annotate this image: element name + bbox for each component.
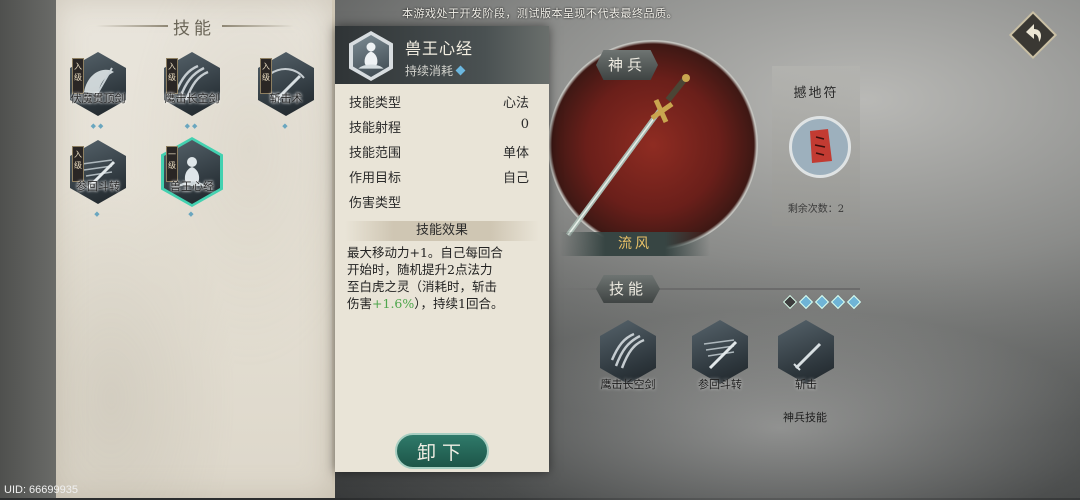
skill-hex: [692, 320, 748, 384]
attr-key: 技能类型: [349, 96, 402, 111]
skill-slot-shouwang[interactable]: 一级 兽王心经 ◆: [160, 137, 224, 220]
level-tag: 入级: [166, 58, 178, 94]
effect-highlight: +1.6%: [372, 296, 415, 311]
gem-row: [782, 292, 865, 311]
weapon-title: 神兵: [596, 50, 658, 80]
skill-name: 斩击术: [269, 92, 303, 105]
gem-filled: [798, 294, 814, 310]
skill-slot-yingji[interactable]: 入级 鹰击长空剑 ◆◆: [160, 52, 224, 132]
effect-text: ），持续1回合。: [414, 296, 504, 311]
equip-skill-zhanji[interactable]: 斩击: [776, 320, 836, 392]
attr-value: 自己: [502, 171, 529, 186]
equip-skill-canhui[interactable]: 参回斗转: [690, 320, 750, 392]
talisman-panel[interactable]: 撼地符 剩余次数：2: [772, 66, 860, 226]
attr-row: 技能射程 0: [349, 117, 529, 137]
left-edge: [0, 0, 56, 498]
skill-gems: ◆◆: [184, 122, 200, 130]
attr-key: 伤害类型: [349, 196, 402, 211]
effect-text: 伤害: [347, 296, 373, 311]
gem-filled: [846, 294, 862, 310]
attr-key: 作用目标: [349, 171, 402, 186]
gem-filled: [830, 294, 846, 310]
skill-detail-panel: 兽王心经 持续消耗 技能类型 心法 技能射程 0 技能范围 单体 作用目标 自己…: [335, 26, 549, 472]
talisman-icon: [810, 129, 832, 163]
slash-sword-icon: [793, 342, 822, 371]
detail-skill-name: 兽王心经: [405, 39, 474, 58]
skill-hex: [600, 320, 656, 384]
attr-row: 作用目标 自己: [349, 167, 529, 187]
attr-row: 技能范围 单体: [349, 142, 529, 162]
skill-hex: [778, 320, 834, 384]
equip-skill-yingji[interactable]: 鹰击长空剑: [598, 320, 658, 392]
gem-filled: [814, 294, 830, 310]
weapon-sword-icon[interactable]: [560, 70, 700, 240]
detail-header: 兽王心经 持续消耗: [335, 26, 549, 84]
skills-panel: 技能 入级 伏魔贯顶剑 ◆◆ 入级 鹰击长空剑 ◆◆ 入级 斩击术 ◆ 入级 参…: [56, 0, 335, 498]
attr-row: 伤害类型: [349, 192, 529, 212]
skill-gems: ◆◆: [90, 122, 106, 130]
attr-key: 技能范围: [349, 146, 402, 161]
detail-skill-subtitle: 持续消耗: [405, 62, 466, 79]
diamond-icon: [455, 65, 466, 76]
detail-skill-icon: [349, 31, 393, 81]
level-tag: 一级: [166, 146, 178, 182]
effect-line: 最大移动力+1。自己每回合: [347, 245, 503, 260]
attr-key: 技能射程: [349, 121, 402, 136]
attr-value: 单体: [502, 146, 529, 161]
meditation-icon: [358, 42, 384, 69]
skill-name: 兽王心经: [170, 180, 214, 193]
skill-slot-canhui[interactable]: 入级 参回斗转 ◆: [66, 140, 130, 220]
skills-panel-title: 技能: [173, 19, 215, 39]
equip-skill-name: 斩击: [795, 378, 817, 391]
effect-line: 至白虎之灵（消耗时，斩击: [347, 279, 498, 294]
subtitle-text: 持续消耗: [405, 64, 454, 78]
skill-gems: ◆: [94, 210, 102, 218]
level-tag: 入级: [72, 58, 84, 94]
gem-empty: [782, 294, 798, 310]
attr-value: 0: [520, 117, 529, 132]
level-tag: 入级: [72, 146, 84, 182]
dash-sword-icon: [703, 339, 738, 370]
effect-description: 最大移动力+1。自己每回合 开始时，随机提升2点法力 至白虎之灵（消耗时，斩击 …: [347, 244, 541, 312]
skill-name: 参回斗转: [76, 180, 120, 193]
talisman-remaining: 剩余次数：2: [787, 204, 845, 215]
skill-name: 伏魔贯顶剑: [70, 92, 126, 105]
effect-line: 开始时，随机提升2点法力: [347, 262, 493, 277]
equip-skill-name: 鹰击长空剑: [600, 378, 656, 391]
claw-icon: [610, 332, 645, 369]
weapon-skill-label: 神兵技能: [783, 411, 827, 424]
level-tag: 入级: [260, 58, 272, 94]
effect-title: 技能效果: [345, 221, 539, 241]
weapon-name: 流风: [560, 232, 710, 256]
equip-skill-name: 参回斗转: [698, 378, 742, 391]
equip-skills-title: 技能: [596, 275, 660, 303]
skill-gems: ◆: [188, 210, 196, 218]
skill-slot-zhanji[interactable]: 入级 斩击术 ◆: [254, 52, 318, 132]
skill-gems: ◆: [282, 122, 290, 130]
unload-button[interactable]: 卸下: [395, 433, 489, 469]
back-icon[interactable]: [1008, 10, 1058, 60]
effect-line: 伤害+1.6%），持续1回合。: [347, 295, 541, 312]
attr-row: 技能类型 心法: [349, 92, 529, 112]
uid-label: UID: 66699935: [4, 484, 78, 496]
attr-value: 心法: [502, 96, 529, 111]
skill-slot-fumo[interactable]: 入级 伏魔贯顶剑 ◆◆: [66, 52, 130, 132]
skill-name: 鹰击长空剑: [164, 92, 220, 105]
talisman-title: 撼地符: [793, 86, 839, 101]
talisman-slot[interactable]: [789, 116, 851, 178]
